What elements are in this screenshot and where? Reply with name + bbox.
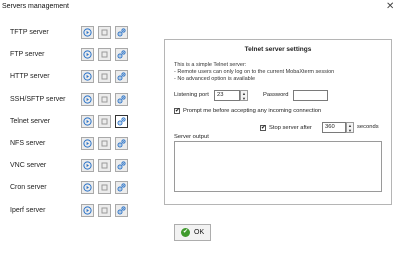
stop-server-button[interactable] xyxy=(98,159,111,173)
panel-title: Telnet server settings xyxy=(244,46,312,53)
start-server-button[interactable] xyxy=(81,92,94,106)
stop-server-button[interactable] xyxy=(98,26,111,39)
stop-server-button[interactable] xyxy=(98,137,111,150)
start-server-button[interactable] xyxy=(81,114,94,128)
ok-label: OK xyxy=(194,229,205,236)
server-settings-button[interactable] xyxy=(115,159,128,173)
server-row: HTTP server xyxy=(0,68,160,86)
server-name: Iperf server xyxy=(10,206,46,214)
checkmark-icon: ✔ xyxy=(175,108,181,114)
server-row: NFS server xyxy=(0,135,160,153)
start-server-button[interactable] xyxy=(81,203,94,217)
stop-seconds-spinner[interactable]: ▲ ▼ xyxy=(346,122,354,133)
title-bar: Servers management ✕ xyxy=(0,0,400,14)
info-line: - No advanced option is available xyxy=(174,76,256,82)
telnet-settings-panel: Telnet server settings This is a simple … xyxy=(164,39,392,205)
server-output-label: Server output xyxy=(174,134,209,140)
stop-server-button[interactable] xyxy=(98,92,111,106)
server-row: Telnet server xyxy=(0,113,160,131)
info-line: This is a simple Telnet server: xyxy=(174,62,247,68)
server-name: Cron server xyxy=(10,184,47,192)
spin-down-icon[interactable]: ▼ xyxy=(242,97,246,101)
start-server-button[interactable] xyxy=(81,159,94,173)
server-settings-button[interactable] xyxy=(115,92,128,106)
listening-port-label: Listening port xyxy=(174,92,209,98)
spin-down-icon[interactable]: ▼ xyxy=(348,129,352,133)
start-server-button[interactable] xyxy=(81,137,94,150)
password-label: Password xyxy=(263,92,289,98)
close-icon[interactable]: ✕ xyxy=(386,1,394,13)
server-row: SSH/SFTP server xyxy=(0,91,160,109)
ok-button[interactable]: ✔ OK xyxy=(174,224,211,241)
server-name: FTP server xyxy=(10,51,45,59)
server-settings-button[interactable] xyxy=(115,114,128,128)
server-settings-button[interactable] xyxy=(115,203,128,217)
listening-port-field[interactable]: 23 xyxy=(214,90,240,101)
server-output-box[interactable] xyxy=(174,141,382,192)
listening-port-spinner[interactable]: ▲ ▼ xyxy=(240,90,248,101)
seconds-label: seconds xyxy=(357,124,379,130)
server-settings-button[interactable] xyxy=(115,26,128,39)
password-field[interactable] xyxy=(293,90,328,101)
server-row: Cron server xyxy=(0,179,160,197)
server-name: HTTP server xyxy=(10,73,50,81)
server-settings-button[interactable] xyxy=(115,48,128,62)
server-name: Telnet server xyxy=(10,117,51,125)
prompt-label: Prompt me before accepting any incoming … xyxy=(183,108,322,114)
server-settings-button[interactable] xyxy=(115,137,128,150)
prompt-checkbox[interactable]: ✔ xyxy=(174,108,180,114)
server-name: VNC server xyxy=(10,162,47,170)
checkmark-icon: ✔ xyxy=(261,125,267,131)
stop-server-checkbox[interactable]: ✔ xyxy=(260,125,266,131)
stop-server-button[interactable] xyxy=(98,48,111,62)
window-title: Servers management xyxy=(2,3,69,10)
start-server-button[interactable] xyxy=(81,181,94,195)
server-name: SSH/SFTP server xyxy=(10,95,66,103)
server-row: Iperf server xyxy=(0,202,160,220)
server-row: VNC server xyxy=(0,157,160,175)
server-name: NFS server xyxy=(10,140,46,147)
start-server-button[interactable] xyxy=(81,48,94,62)
server-name: TFTP server xyxy=(10,29,49,36)
server-settings-button[interactable] xyxy=(115,70,128,84)
info-line: - Remote users can only log on to the cu… xyxy=(174,69,335,75)
stop-server-button[interactable] xyxy=(98,70,111,84)
stop-seconds-field[interactable]: 360 xyxy=(322,122,346,133)
start-server-button[interactable] xyxy=(81,26,94,39)
stop-server-button[interactable] xyxy=(98,203,111,217)
stop-server-label: Stop server after xyxy=(269,125,312,131)
start-server-button[interactable] xyxy=(81,70,94,84)
stop-server-button[interactable] xyxy=(98,114,111,128)
ok-check-icon: ✔ xyxy=(181,228,190,237)
server-settings-button[interactable] xyxy=(115,181,128,195)
server-row: TFTP server xyxy=(0,24,160,42)
server-row: FTP server xyxy=(0,46,160,64)
stop-server-button[interactable] xyxy=(98,181,111,195)
